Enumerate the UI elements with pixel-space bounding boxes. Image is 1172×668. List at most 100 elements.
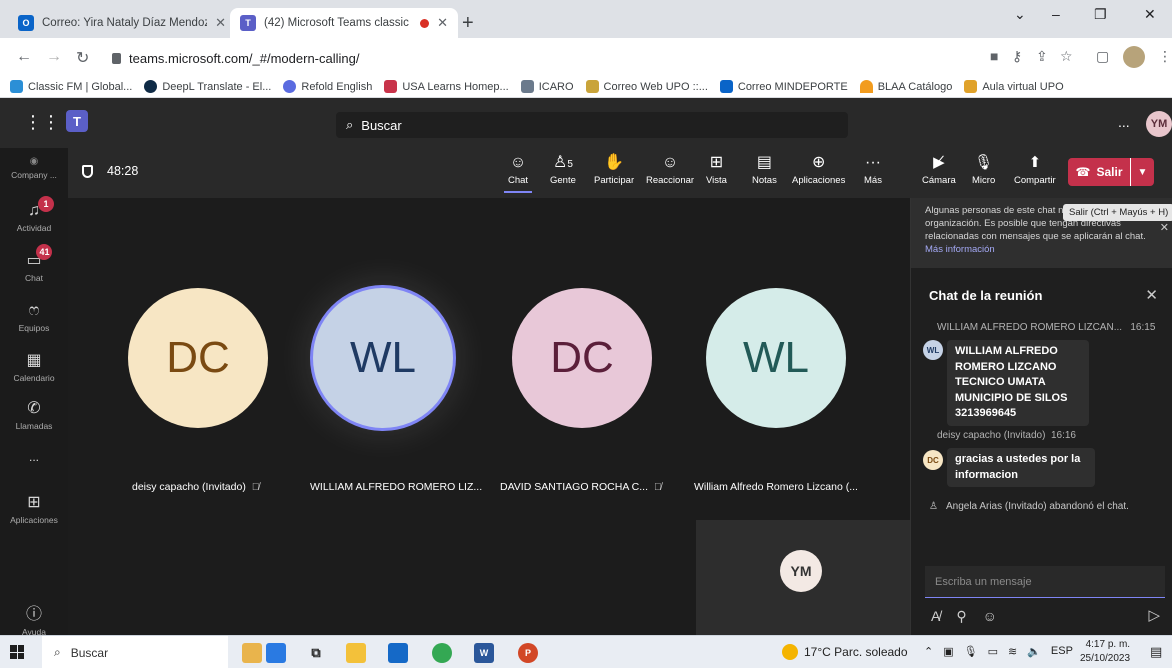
rail-item-company[interactable]: ◉ Company ...: [0, 156, 68, 180]
self-video-tile[interactable]: YM: [696, 520, 910, 635]
side-panel-icon[interactable]: ▢: [1096, 48, 1109, 65]
share-button[interactable]: ⬆ Compartir: [1014, 154, 1056, 186]
rail-item-apps[interactable]: ⊞ Aplicaciones: [0, 492, 68, 525]
profile-avatar[interactable]: [1123, 46, 1145, 68]
bookmark-item[interactable]: Correo Web UPO ::...: [585, 80, 708, 93]
person-icon[interactable]: [266, 643, 286, 663]
close-window-button[interactable]: ✕: [1144, 6, 1156, 23]
rail-item-chat[interactable]: ▭ 41 Chat: [0, 244, 68, 283]
chat-title: Chat de la reunión: [929, 288, 1043, 303]
more-info-link[interactable]: Más información: [925, 244, 995, 255]
bookmark-item[interactable]: Classic FM | Global...: [10, 80, 132, 93]
close-chat-icon[interactable]: ✕: [1145, 286, 1158, 304]
shield-icon: [82, 164, 93, 178]
more-button[interactable]: ··· Más: [864, 154, 882, 186]
tab-search-icon[interactable]: ⌄: [1014, 6, 1026, 23]
close-tab-icon[interactable]: ✕: [215, 15, 226, 31]
bookmark-item[interactable]: USA Learns Homep...: [384, 80, 509, 93]
participant-avatar[interactable]: DC: [128, 288, 268, 428]
url-field[interactable]: teams.microsoft.com/_#/modern-calling/: [112, 46, 972, 70]
mic-icon: 🎙: [974, 154, 994, 171]
notes-button[interactable]: ▤ Notas: [752, 154, 777, 186]
emoji-icon[interactable]: ☺: [983, 608, 997, 625]
password-key-icon[interactable]: ⚷: [1012, 48, 1022, 65]
more-icon: ...: [28, 450, 39, 464]
apps-button[interactable]: ⊕ Aplicaciones: [792, 154, 845, 186]
back-icon[interactable]: ←: [16, 48, 32, 66]
volume-icon[interactable]: 🔈: [1027, 645, 1041, 658]
camera-button[interactable]: ▶̸ Cámara: [922, 154, 956, 186]
bookmark-item[interactable]: BLAA Catálogo: [859, 80, 952, 93]
windows-start-icon[interactable]: [10, 645, 24, 659]
close-tab-icon[interactable]: ✕: [437, 15, 448, 31]
chat-message[interactable]: gracias a ustedes por la informacion: [947, 448, 1095, 487]
new-tab-button[interactable]: +: [462, 12, 474, 35]
bookmark-item[interactable]: Aula virtual UPO: [964, 80, 1064, 93]
participant-avatar[interactable]: DC: [512, 288, 652, 428]
rail-item-teams[interactable]: ෆ Equipos: [0, 302, 68, 333]
clock[interactable]: 4:17 p. m. 25/10/2023: [1080, 638, 1130, 666]
rail-item-activity[interactable]: ♫ 1 Actividad: [0, 196, 68, 233]
crayon-icon[interactable]: [242, 643, 262, 663]
microphone-icon[interactable]: 🎙: [964, 645, 978, 658]
people-button[interactable]: ♙5 Gente: [550, 154, 576, 186]
share-icon[interactable]: ⇪: [1036, 48, 1048, 65]
battery-icon[interactable]: ▭: [988, 645, 998, 658]
message-input[interactable]: Escriba un mensaje: [925, 566, 1165, 598]
message-sender: WILLIAM ALFREDO ROMERO LIZCAN... 16:15: [937, 322, 1156, 333]
forward-icon[interactable]: →: [46, 48, 62, 66]
camera-blocked-icon[interactable]: ■: [990, 48, 998, 64]
search-input[interactable]: ⌕ Buscar: [336, 112, 848, 138]
restore-button[interactable]: ❐: [1094, 6, 1107, 23]
word-icon[interactable]: W: [474, 643, 494, 663]
chat-button[interactable]: ☺ Chat: [504, 154, 532, 193]
sender-avatar: WL: [923, 340, 943, 360]
bookmark-star-icon[interactable]: ☆: [1060, 48, 1073, 65]
rail-item-help[interactable]: ⓘ Ayuda: [0, 600, 68, 637]
send-icon[interactable]: ▷: [1148, 606, 1160, 624]
user-avatar[interactable]: YM: [1146, 111, 1172, 137]
settings-more-icon[interactable]: ...: [1118, 114, 1130, 130]
reload-icon[interactable]: ↻: [76, 48, 89, 68]
bookmark-item[interactable]: Correo MINDEPORTE: [719, 80, 848, 93]
tab-teams[interactable]: T (42) Microsoft Teams classic ✕: [230, 8, 458, 38]
bookmark-item[interactable]: DeepL Translate - El...: [144, 80, 271, 93]
calendar-icon: ▦: [26, 352, 42, 369]
file-explorer-icon[interactable]: [346, 643, 366, 663]
rail-item-more[interactable]: ...: [0, 450, 68, 464]
powerpoint-icon[interactable]: P: [518, 643, 538, 663]
tab-outlook[interactable]: O Correo: Yira Nataly Díaz Mendoz ✕: [8, 8, 236, 38]
rail-item-calendar[interactable]: ▦ Calendario: [0, 350, 68, 383]
store-icon[interactable]: [388, 643, 408, 663]
chat-message[interactable]: WILLIAM ALFREDO ROMERO LIZCANO TECNICO U…: [947, 340, 1089, 426]
menu-kebab-icon[interactable]: ⋮: [1158, 48, 1172, 65]
tab-title: (42) Microsoft Teams classic: [264, 17, 409, 29]
react-button[interactable]: ☺ Reaccionar: [646, 154, 694, 186]
rail-item-calls[interactable]: ✆ Llamadas: [0, 398, 68, 431]
mic-off-icon: 🎙̸: [654, 481, 662, 493]
camera-off-icon: ▶̸: [933, 154, 945, 171]
meet-now-icon[interactable]: ▣: [943, 645, 953, 658]
weather-widget[interactable]: 17°C Parc. soleado: [782, 644, 908, 660]
participant-avatar[interactable]: WL: [706, 288, 846, 428]
taskbar-search[interactable]: ⌕ Buscar: [42, 636, 228, 668]
attach-icon[interactable]: ⚲: [956, 608, 966, 625]
bookmark-item[interactable]: ICARO: [520, 80, 574, 93]
view-button[interactable]: ⊞ Vista: [706, 154, 727, 186]
notifications-icon[interactable]: ▤: [1150, 644, 1162, 660]
participant-avatar[interactable]: WL: [313, 288, 453, 428]
leave-button[interactable]: ☎ Salir ▼: [1068, 158, 1154, 186]
chevron-up-icon[interactable]: ⌃: [924, 645, 933, 658]
format-icon[interactable]: A̸: [931, 608, 940, 625]
chrome-icon[interactable]: [432, 643, 452, 663]
close-icon[interactable]: ✕: [1160, 222, 1169, 235]
chat-icon: ▭ 41: [26, 244, 53, 270]
mic-button[interactable]: 🎙 Micro: [972, 154, 995, 186]
raise-hand-button[interactable]: ✋ Participar: [594, 154, 634, 186]
minimize-button[interactable]: –: [1052, 6, 1060, 22]
wifi-icon[interactable]: ≋: [1008, 645, 1017, 658]
chevron-down-icon[interactable]: ▼: [1130, 158, 1154, 186]
task-view-icon[interactable]: ⧉: [306, 643, 326, 663]
language-indicator[interactable]: ESP: [1051, 645, 1073, 658]
bookmark-item[interactable]: Refold English: [283, 80, 372, 93]
